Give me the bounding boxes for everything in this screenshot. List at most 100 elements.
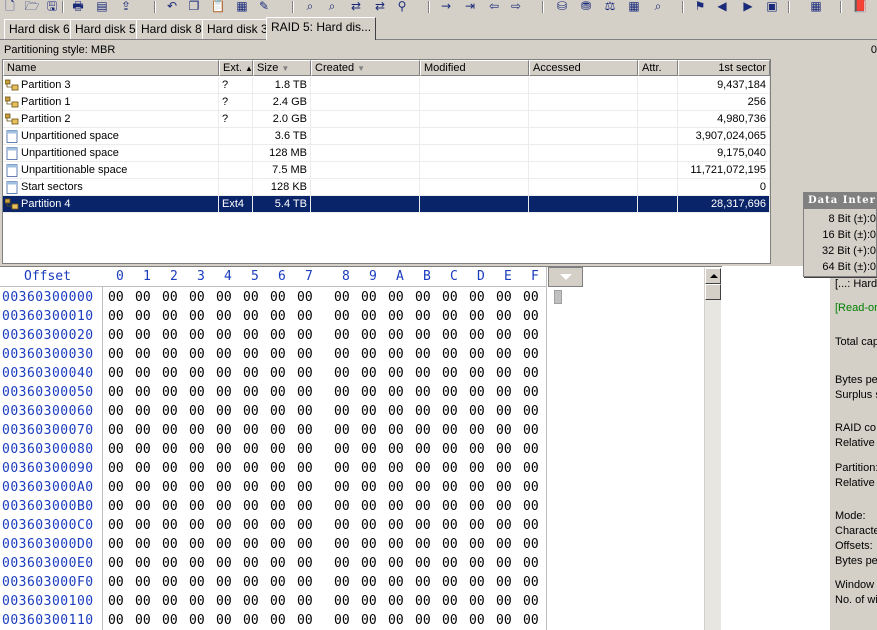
hex-byte[interactable]: 00 — [496, 535, 512, 554]
hex-byte[interactable]: 00 — [243, 592, 259, 611]
hex-byte[interactable]: 00 — [135, 326, 151, 345]
table-row[interactable]: Partition 1? 2.4 GB 256 — [3, 94, 770, 111]
hex-byte[interactable]: 00 — [496, 516, 512, 535]
hex-byte[interactable]: 00 — [135, 288, 151, 307]
hex-byte[interactable]: 00 — [415, 402, 431, 421]
hex-byte[interactable]: 00 — [388, 554, 404, 573]
hex-byte[interactable]: 00 — [388, 383, 404, 402]
hex-byte[interactable]: 00 — [270, 516, 286, 535]
hex-byte[interactable]: 00 — [496, 421, 512, 440]
hex-byte[interactable]: 00 — [469, 345, 485, 364]
hex-byte[interactable]: 00 — [334, 383, 350, 402]
hex-byte[interactable]: 00 — [442, 383, 458, 402]
hex-byte[interactable]: 00 — [523, 516, 539, 535]
table-row[interactable]: Unpartitioned space 128 MB 9,175,040 — [3, 145, 770, 162]
hex-byte[interactable]: 00 — [216, 497, 232, 516]
hex-byte[interactable]: 00 — [135, 307, 151, 326]
hex-byte[interactable]: 00 — [388, 440, 404, 459]
hex-byte[interactable]: 00 — [442, 345, 458, 364]
hex-byte[interactable]: 00 — [297, 592, 313, 611]
hex-byte[interactable]: 00 — [189, 307, 205, 326]
hex-byte[interactable]: 00 — [189, 364, 205, 383]
data-interpreter-window[interactable]: Data Inter 8 Bit (±): 0 16 Bit (±): 0 32 Bit… — [803, 192, 877, 277]
hex-byte[interactable]: 00 — [108, 459, 124, 478]
hex-byte[interactable]: 00 — [388, 364, 404, 383]
hex-byte[interactable]: 00 — [442, 535, 458, 554]
hex-byte[interactable]: 00 — [469, 421, 485, 440]
hex-byte[interactable]: 00 — [442, 516, 458, 535]
hex-byte[interactable]: 00 — [162, 554, 178, 573]
hex-byte[interactable]: 00 — [334, 421, 350, 440]
hex-byte[interactable]: 00 — [388, 326, 404, 345]
hex-byte[interactable]: 00 — [388, 535, 404, 554]
hex-byte[interactable]: 00 — [270, 307, 286, 326]
hex-byte[interactable]: 00 — [361, 288, 377, 307]
find-icon[interactable]: ⌕ — [302, 0, 318, 13]
hex-byte[interactable]: 00 — [297, 383, 313, 402]
hex-byte[interactable]: 00 — [415, 421, 431, 440]
hex-byte[interactable]: 00 — [162, 535, 178, 554]
hex-byte[interactable]: 00 — [216, 383, 232, 402]
hex-byte[interactable]: 00 — [361, 459, 377, 478]
hex-byte[interactable]: 00 — [162, 383, 178, 402]
hex-byte[interactable]: 00 — [216, 592, 232, 611]
hex-byte[interactable]: 00 — [270, 592, 286, 611]
hex-byte[interactable]: 00 — [469, 402, 485, 421]
hex-byte[interactable]: 00 — [469, 592, 485, 611]
hex-byte[interactable]: 00 — [388, 459, 404, 478]
hex-byte[interactable]: 00 — [243, 459, 259, 478]
hex-byte[interactable]: 00 — [189, 326, 205, 345]
hex-byte[interactable]: 00 — [162, 516, 178, 535]
hex-byte[interactable]: 00 — [135, 516, 151, 535]
next-icon[interactable]: ▶ — [740, 0, 756, 13]
hex-byte[interactable]: 00 — [270, 326, 286, 345]
hex-byte[interactable]: 00 — [361, 364, 377, 383]
hex-byte[interactable]: 00 — [442, 554, 458, 573]
hex-byte[interactable]: 00 — [162, 402, 178, 421]
hex-byte[interactable]: 00 — [243, 573, 259, 592]
hex-byte[interactable]: 00 — [469, 307, 485, 326]
hex-byte[interactable]: 00 — [297, 345, 313, 364]
table-row[interactable]: Start sectors 128 KB 0 — [3, 179, 770, 196]
hex-byte[interactable]: 00 — [523, 573, 539, 592]
hex-byte[interactable]: 00 — [297, 535, 313, 554]
tab-hard-disk-3[interactable]: Hard disk 3 — [202, 19, 273, 39]
hex-byte[interactable]: 00 — [442, 326, 458, 345]
prev-icon[interactable]: ◀ — [714, 0, 730, 13]
case-icon[interactable]: ▣ — [764, 0, 780, 13]
hex-byte[interactable]: 00 — [216, 288, 232, 307]
hex-byte[interactable]: 00 — [216, 516, 232, 535]
hex-byte[interactable]: 00 — [415, 497, 431, 516]
hex-byte[interactable]: 00 — [523, 478, 539, 497]
hex-byte[interactable]: 00 — [334, 345, 350, 364]
hex-byte[interactable]: 00 — [469, 364, 485, 383]
hex-byte[interactable]: 00 — [496, 478, 512, 497]
text-column-dropdown[interactable] — [548, 267, 583, 287]
hex-byte[interactable]: 00 — [442, 402, 458, 421]
hex-byte[interactable]: 00 — [270, 440, 286, 459]
hex-byte[interactable]: 00 — [496, 345, 512, 364]
hex-byte[interactable]: 00 — [189, 554, 205, 573]
hex-byte[interactable]: 00 — [297, 478, 313, 497]
table-icon[interactable]: ▦ — [808, 0, 824, 13]
hex-editor[interactable]: Offset 0123456789ABCDEF 00360300000 00 00 0… — [0, 266, 722, 630]
hex-byte[interactable]: 00 — [108, 497, 124, 516]
hex-byte[interactable]: 00 — [361, 497, 377, 516]
hex-byte[interactable]: 00 — [243, 516, 259, 535]
hex-byte[interactable]: 00 — [523, 440, 539, 459]
hex-byte[interactable]: 00 — [388, 345, 404, 364]
hex-byte[interactable]: 00 — [270, 478, 286, 497]
hex-byte[interactable]: 00 — [243, 440, 259, 459]
back-icon[interactable]: ⇦ — [486, 0, 502, 13]
hex-byte[interactable]: 00 — [523, 345, 539, 364]
column-header-created[interactable]: Created ▼ — [311, 60, 420, 76]
hex-byte[interactable]: 00 — [388, 592, 404, 611]
hex-byte[interactable]: 00 — [415, 554, 431, 573]
hex-byte[interactable]: 00 — [334, 497, 350, 516]
hex-byte[interactable]: 00 — [469, 497, 485, 516]
hex-byte[interactable]: 00 — [388, 573, 404, 592]
hex-byte[interactable]: 00 — [442, 364, 458, 383]
forward-icon[interactable]: ⇨ — [508, 0, 524, 13]
save-icon[interactable]: 🖫 — [44, 0, 60, 13]
hex-byte[interactable]: 00 — [334, 611, 350, 630]
